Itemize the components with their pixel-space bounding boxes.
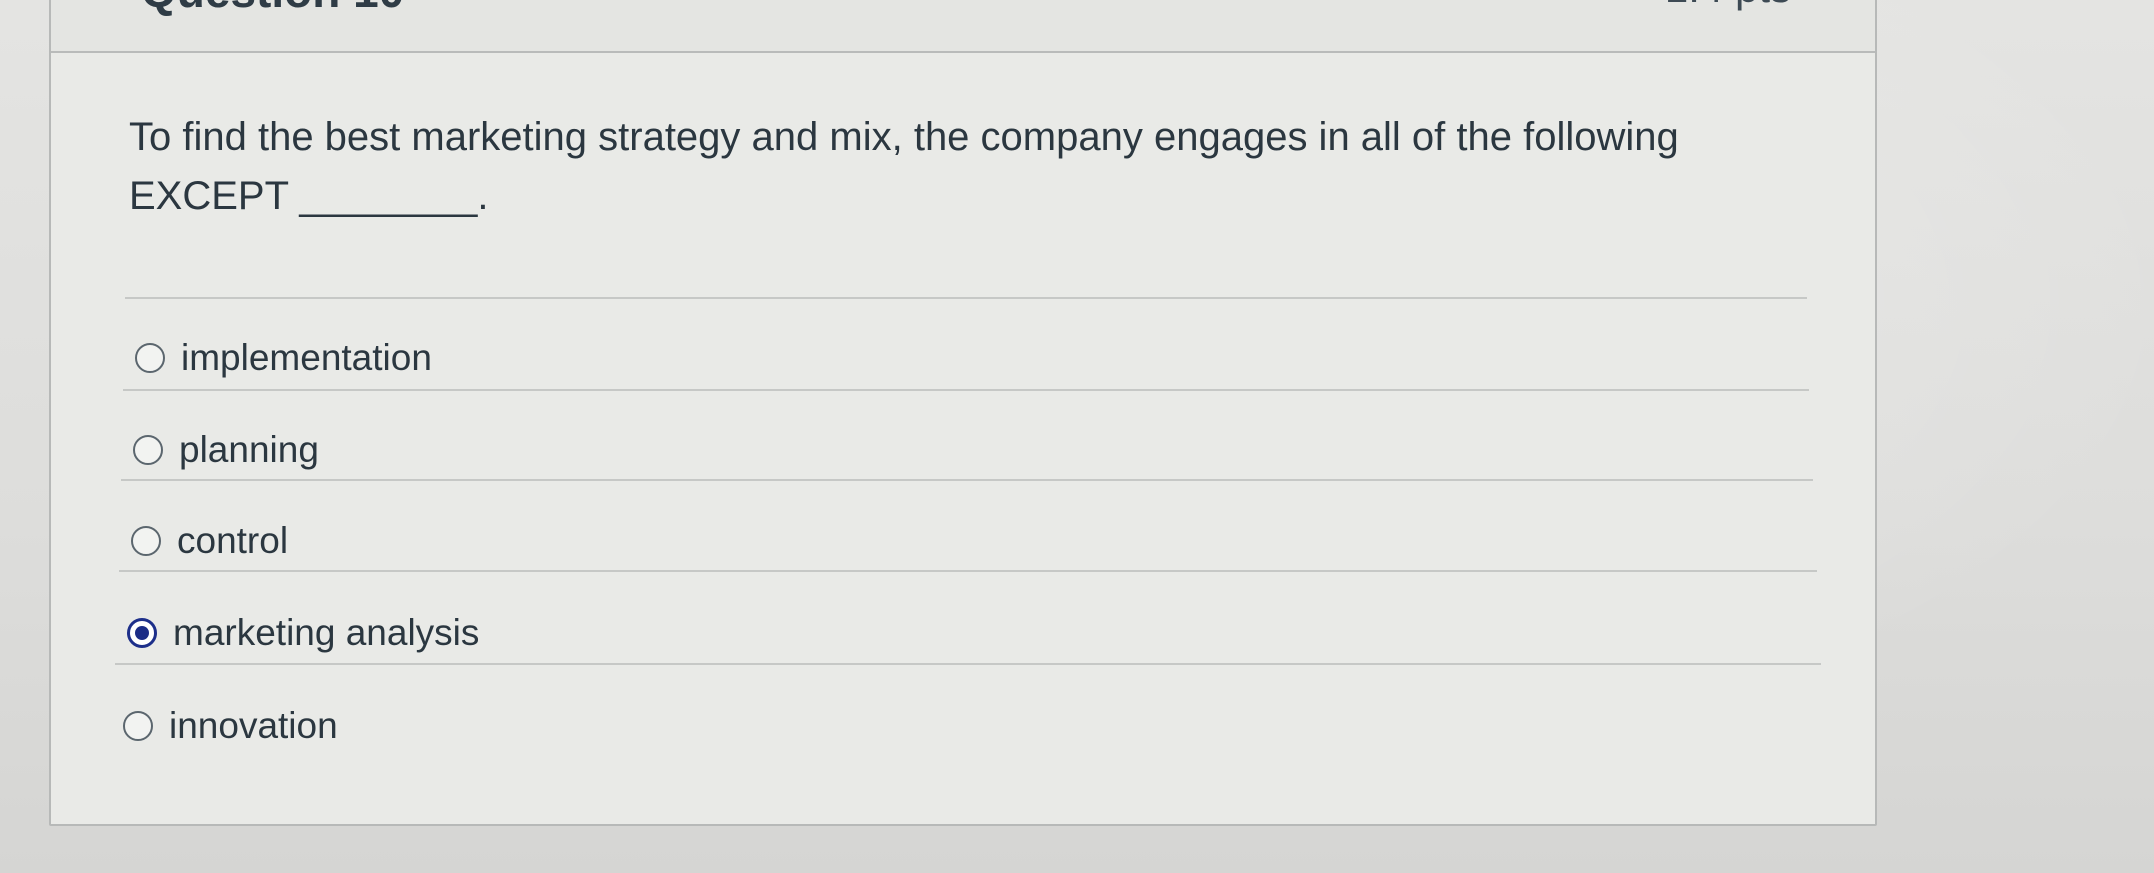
answer-divider — [119, 570, 1817, 572]
radio-button[interactable] — [133, 435, 163, 465]
question-title: Question 10 — [141, 0, 404, 18]
question-text: To find the best marketing strategy and … — [129, 115, 1679, 218]
radio-button-selected[interactable] — [127, 618, 157, 648]
answer-option-innovation[interactable]: innovation — [123, 696, 338, 756]
question-points: 1.4 pts — [1665, 0, 1791, 12]
answer-option-control[interactable]: control — [131, 511, 288, 571]
answer-label: implementation — [181, 337, 432, 378]
radio-button[interactable] — [131, 526, 161, 556]
answer-label: control — [177, 520, 289, 561]
answer-label: marketing analysis — [173, 612, 480, 653]
answers-top-divider — [125, 297, 1807, 299]
answer-label: planning — [179, 429, 319, 470]
question-card: Question 10 1.4 pts To find the best mar… — [49, 0, 1877, 826]
answer-option-planning[interactable]: planning — [133, 420, 319, 480]
question-header: Question 10 1.4 pts — [51, 0, 1875, 53]
radio-button[interactable] — [123, 711, 153, 741]
answer-divider — [123, 389, 1809, 391]
answer-option-implementation[interactable]: implementation — [135, 328, 432, 388]
answer-divider — [115, 663, 1821, 665]
answer-label: innovation — [169, 705, 338, 746]
answer-divider — [121, 479, 1813, 481]
radio-button[interactable] — [135, 343, 165, 373]
answer-option-marketing-analysis[interactable]: marketing analysis — [127, 603, 479, 663]
